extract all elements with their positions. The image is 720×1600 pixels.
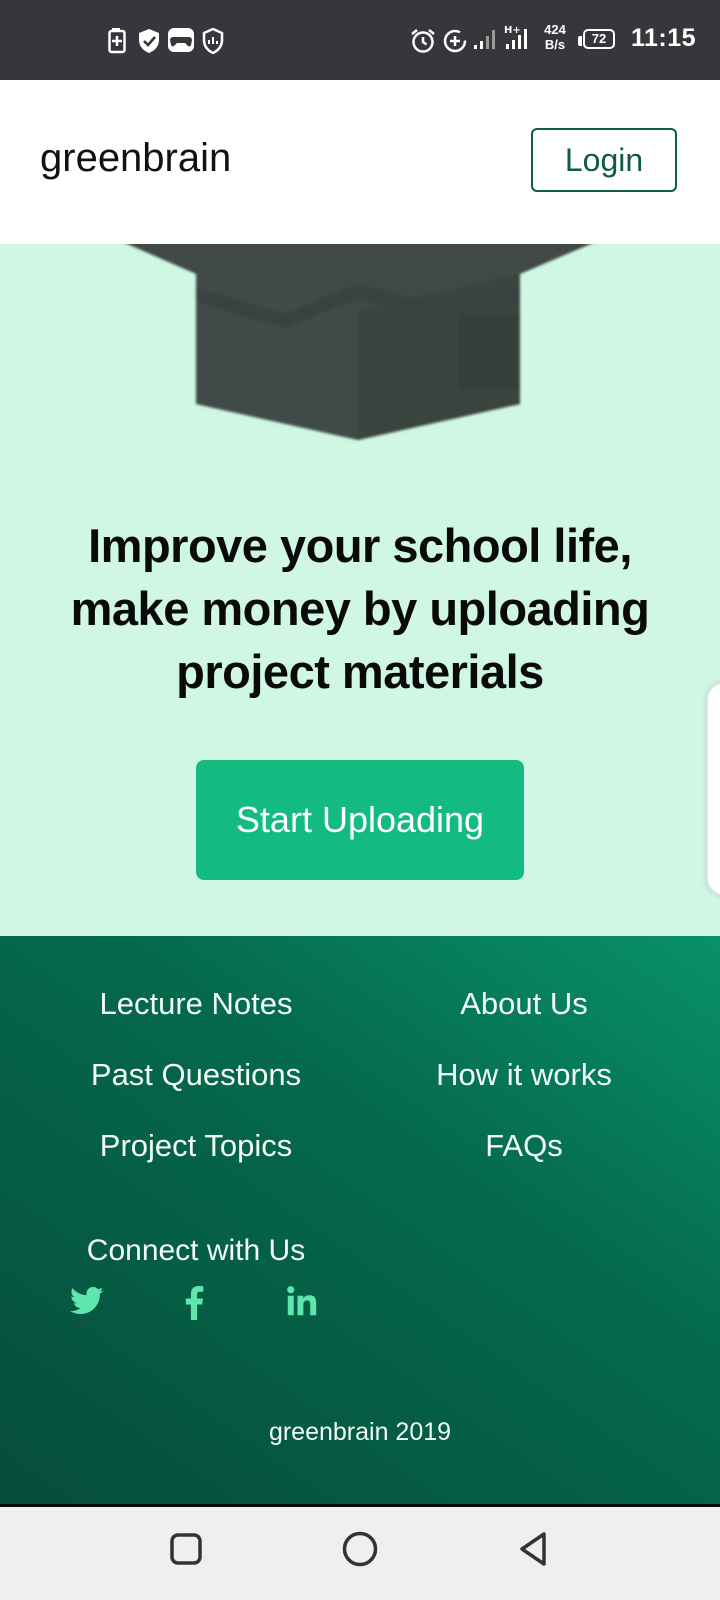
status-bar: H+ 424 B/s 72 11:15: [0, 0, 720, 80]
footer-link-how-it-works[interactable]: How it works: [354, 1057, 694, 1093]
net-speed-unit: B/s: [544, 37, 566, 52]
signal-h-plus-icon: H+: [504, 25, 527, 49]
facebook-icon[interactable]: [184, 1286, 204, 1320]
connect-heading: Connect with Us: [86, 1234, 306, 1267]
data-saver-icon: [443, 29, 467, 53]
shield-check-icon: [139, 29, 159, 53]
svg-text:H+: H+: [504, 25, 521, 36]
hero-section: Improve your school life, make money by …: [0, 244, 720, 936]
recents-square-icon[interactable]: [166, 1529, 206, 1569]
back-triangle-icon[interactable]: [514, 1529, 554, 1569]
battery-saver-icon: [108, 28, 126, 54]
side-drawer-handle[interactable]: [706, 682, 720, 896]
top-header: greenbrain Login: [0, 80, 720, 244]
footer-link-lecture-notes[interactable]: Lecture Notes: [26, 986, 366, 1022]
footer-link-about-us[interactable]: About Us: [354, 986, 694, 1022]
hero-headline: Improve your school life, make money by …: [30, 514, 690, 703]
footer-link-project-topics[interactable]: Project Topics: [26, 1128, 366, 1164]
status-time: 11:15: [630, 24, 696, 52]
linkedin-icon[interactable]: [287, 1286, 317, 1316]
headline-line-3: project materials: [176, 645, 544, 698]
net-speed-value: 424: [544, 22, 566, 37]
graduation-cap-illustration: [127, 244, 591, 440]
login-button[interactable]: Login: [531, 128, 677, 192]
twitter-icon[interactable]: [70, 1286, 104, 1316]
signal-icon: [474, 30, 495, 49]
net-speed: 424 B/s: [539, 22, 571, 52]
start-uploading-button[interactable]: Start Uploading: [196, 760, 524, 880]
footer-link-past-questions[interactable]: Past Questions: [26, 1057, 366, 1093]
shield-chart-icon: [202, 28, 224, 54]
home-circle-icon[interactable]: [340, 1529, 380, 1569]
footer-copyright: greenbrain 2019: [268, 1418, 452, 1446]
system-nav-bar: [0, 1507, 720, 1600]
gamepad-icon: [168, 28, 194, 52]
headline-line-2: make money by uploading: [70, 582, 650, 635]
footer: Lecture Notes Past Questions Project Top…: [0, 936, 720, 1506]
footer-link-faqs[interactable]: FAQs: [354, 1128, 694, 1164]
headline-line-1: Improve your school life,: [88, 519, 632, 572]
battery-level: 72: [591, 31, 607, 46]
brand-logo[interactable]: greenbrain: [40, 136, 231, 181]
alarm-icon: [411, 29, 435, 53]
